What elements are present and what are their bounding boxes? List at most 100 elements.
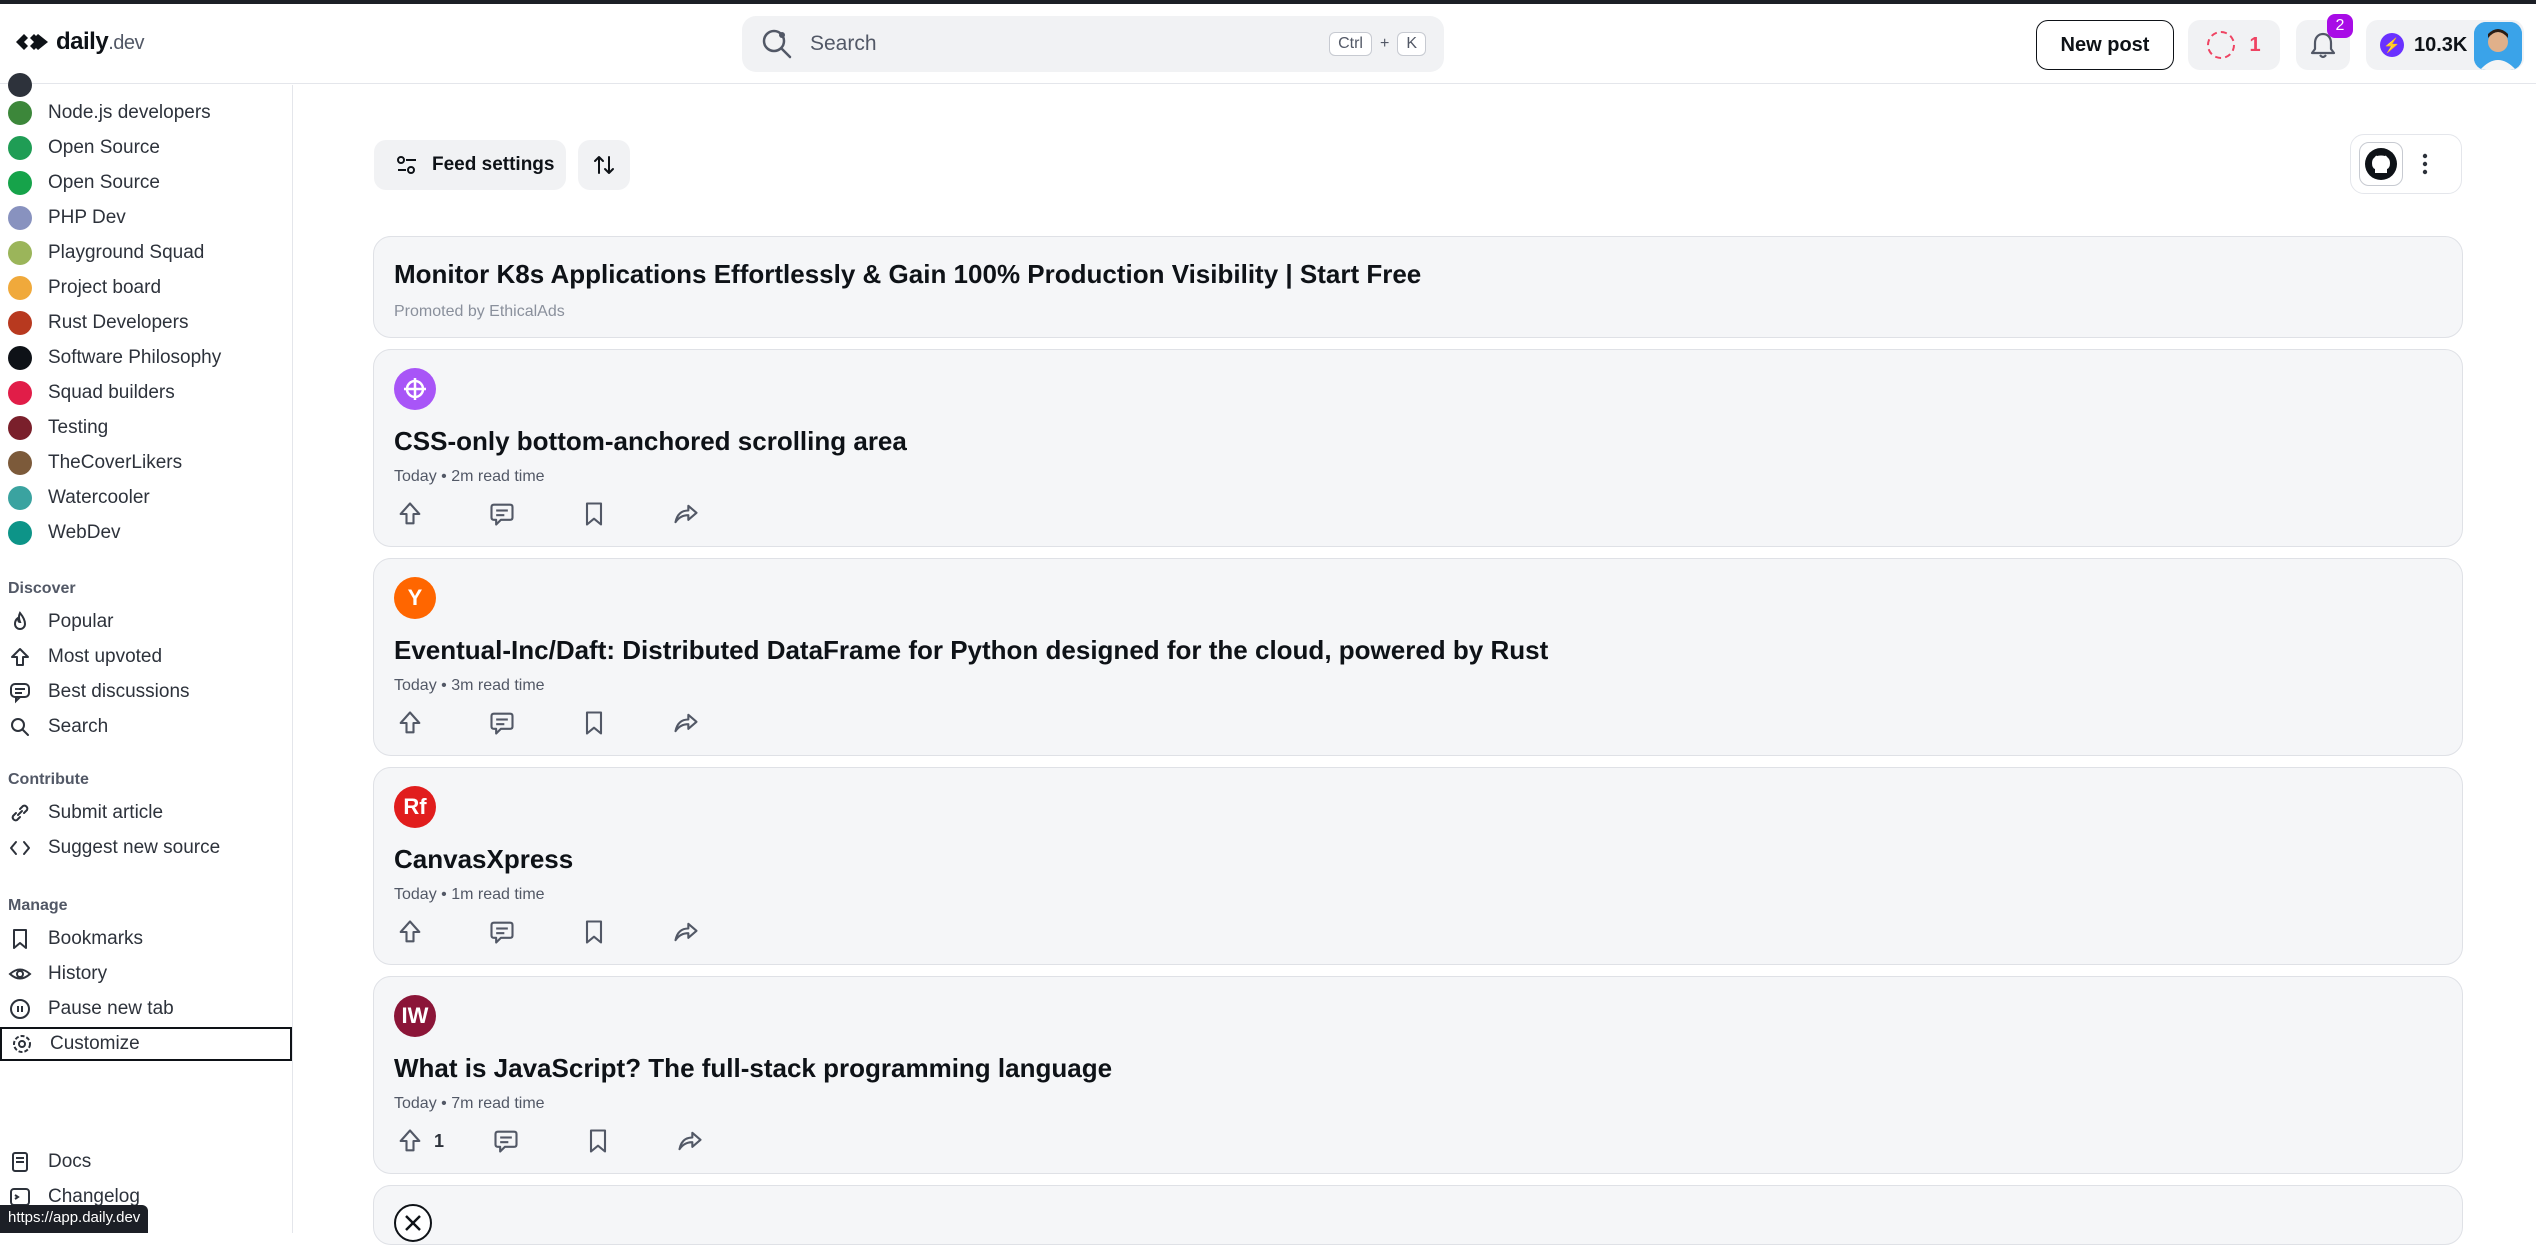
sidebar-item-playground-squad[interactable]: Playground Squad <box>0 236 293 270</box>
post-title[interactable]: CanvasXpress <box>394 844 573 875</box>
more-options-icon[interactable] <box>2421 152 2429 176</box>
squad-avatar-icon <box>8 101 32 125</box>
sidebar-item-label: Search <box>48 716 109 737</box>
sidebar-item-php-dev[interactable]: PHP Dev <box>0 201 293 235</box>
sidebar-item-thecoverlikers[interactable]: TheCoverLikers <box>0 446 293 480</box>
status-url: https://app.daily.dev <box>0 1205 149 1233</box>
post-card[interactable]: IW What is JavaScript? The full-stack pro… <box>373 976 2463 1174</box>
source-avatar[interactable]: IW <box>394 995 436 1037</box>
squad-avatar-icon <box>8 486 32 510</box>
sidebar-item-testing[interactable]: Testing <box>0 411 293 445</box>
post-meta: Today • 2m read time <box>394 468 545 485</box>
squad-selector[interactable] <box>2350 134 2462 194</box>
upvote-icon[interactable] <box>394 1125 426 1157</box>
sidebar-item-software-philosophy[interactable]: Software Philosophy <box>0 341 293 375</box>
logo-text: daily.dev <box>56 28 145 55</box>
sidebar-item-label: Project board <box>48 277 162 298</box>
contribute-heading: Contribute <box>8 771 89 788</box>
sidebar-item-label: Software Philosophy <box>48 347 222 368</box>
streak-ring-icon <box>2207 31 2236 59</box>
upvote-icon[interactable] <box>394 498 426 530</box>
sidebar-item-popular[interactable]: Popular <box>0 605 293 639</box>
bookmark-icon[interactable] <box>578 498 610 530</box>
feed-settings-label: Feed settings <box>432 154 555 175</box>
new-post-button[interactable]: New post <box>2036 20 2174 70</box>
source-avatar[interactable]: Rf <box>394 786 436 828</box>
post-card[interactable]: CSS-only bottom-anchored scrolling area T… <box>373 349 2463 547</box>
sidebar-item-rust-developers[interactable]: Rust Developers <box>0 306 293 340</box>
post-actions: 1 <box>394 1125 766 1157</box>
sidebar-item-bookmarks[interactable]: Bookmarks <box>0 922 293 956</box>
daily-dev-logo[interactable]: daily.dev <box>12 28 145 56</box>
profile-avatar[interactable] <box>2474 22 2522 70</box>
source-avatar[interactable]: Y <box>394 577 436 619</box>
share-icon[interactable] <box>670 707 702 739</box>
sidebar-item-best-discussions[interactable]: Best discussions <box>0 675 293 709</box>
post-actions <box>394 707 762 739</box>
comment-icon[interactable] <box>486 916 518 948</box>
discover-heading: Discover <box>8 580 76 597</box>
share-icon[interactable] <box>670 916 702 948</box>
sidebar-item-squad-builders[interactable]: Squad builders <box>0 376 293 410</box>
post-meta: Today • 3m read time <box>394 677 545 694</box>
search-bar[interactable]: Search Ctrl + K <box>742 16 1444 72</box>
sidebar-item-pause-new-tab[interactable]: Pause new tab <box>0 992 293 1026</box>
squad-avatar-icon <box>8 381 32 405</box>
upvote-icon[interactable] <box>394 707 426 739</box>
comment-icon[interactable] <box>486 707 518 739</box>
post-card-partial[interactable] <box>373 1185 2463 1245</box>
streak-button[interactable]: 1 <box>2188 20 2280 70</box>
source-avatar[interactable] <box>394 1204 432 1242</box>
bookmark-icon[interactable] <box>578 916 610 948</box>
feed-settings-button[interactable]: Feed settings <box>374 140 566 190</box>
notification-badge: 2 <box>2327 14 2353 38</box>
post-title[interactable]: CSS-only bottom-anchored scrolling area <box>394 426 907 457</box>
sidebar-item-search[interactable]: Search <box>0 710 293 744</box>
comment-icon[interactable] <box>490 1125 522 1157</box>
post-actions <box>394 916 762 948</box>
sidebar-item-suggest-new-source[interactable]: Suggest new source <box>0 831 293 865</box>
squad-avatar-icon <box>8 311 32 335</box>
sidebar-item-customize[interactable]: Customize <box>0 1027 292 1061</box>
share-icon[interactable] <box>674 1125 706 1157</box>
sidebar-item-node-js-developers[interactable]: Node.js developers <box>0 96 293 130</box>
sidebar-item-history[interactable]: History <box>0 957 293 991</box>
docs-icon <box>8 1150 32 1174</box>
post-title[interactable]: What is JavaScript? The full-stack progr… <box>394 1053 1112 1084</box>
ad-card[interactable]: Monitor K8s Applications Effortlessly & … <box>373 236 2463 338</box>
sidebar-item-label: Suggest new source <box>48 837 221 858</box>
bookmark-icon <box>8 927 32 951</box>
sidebar-item-project-board[interactable]: Project board <box>0 271 293 305</box>
sidebar-item-open-source[interactable]: Open Source <box>0 131 293 165</box>
sidebar-item-docs[interactable]: Docs <box>0 1145 293 1179</box>
sidebar-item-label: Playground Squad <box>48 242 205 263</box>
sidebar-item-label: Rust Developers <box>48 312 189 333</box>
code-icon <box>8 836 32 860</box>
post-card[interactable]: Y Eventual-Inc/Daft: Distributed DataFram… <box>373 558 2463 756</box>
sidebar-item-submit-article[interactable]: Submit article <box>0 796 293 830</box>
comment-icon[interactable] <box>486 498 518 530</box>
source-avatar[interactable] <box>394 368 436 410</box>
sidebar-item-label: Open Source <box>48 172 160 193</box>
sidebar-item-webdev[interactable]: WebDev <box>0 516 293 550</box>
ad-title[interactable]: Monitor K8s Applications Effortlessly & … <box>394 259 1421 290</box>
github-icon[interactable] <box>2359 142 2403 186</box>
share-icon[interactable] <box>670 498 702 530</box>
post-card[interactable]: Rf CanvasXpress Today • 1m read time <box>373 767 2463 965</box>
sidebar-item-open-source[interactable]: Open Source <box>0 166 293 200</box>
post-title[interactable]: Eventual-Inc/Daft: Distributed DataFrame… <box>394 635 1548 666</box>
upvote-icon[interactable] <box>394 916 426 948</box>
avatar-person-icon <box>2474 22 2522 70</box>
sidebar-item-watercooler[interactable]: Watercooler <box>0 481 293 515</box>
sidebar-item-label: Pause new tab <box>48 998 174 1019</box>
bookmark-icon[interactable] <box>582 1125 614 1157</box>
sidebar-item-most-upvoted[interactable]: Most upvoted <box>0 640 293 674</box>
bookmark-icon[interactable] <box>578 707 610 739</box>
crosshair-icon <box>404 378 426 400</box>
sidebar-item-label: Testing <box>48 417 109 438</box>
sort-button[interactable] <box>578 140 630 190</box>
squad-avatar-icon <box>8 451 32 475</box>
manage-heading: Manage <box>8 897 68 914</box>
sidebar-item-label: Squad builders <box>48 382 175 403</box>
post-meta: Today • 1m read time <box>394 886 545 903</box>
